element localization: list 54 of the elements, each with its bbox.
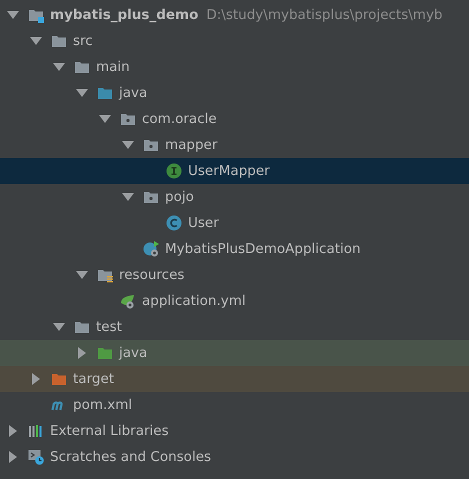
item-label: External Libraries	[50, 423, 169, 439]
tree-item[interactable]: java	[0, 340, 469, 366]
application-class-icon	[143, 241, 159, 257]
item-label: target	[73, 371, 114, 387]
tree-item[interactable]: com.oracle	[0, 106, 469, 132]
tree-item[interactable]: pom.xml	[0, 392, 469, 418]
tree-item[interactable]: Scratches and Consoles	[0, 444, 469, 470]
tree-item[interactable]: MybatisPlusDemoApplication	[0, 236, 469, 262]
folder-icon	[97, 85, 113, 101]
tree-item[interactable]: src	[0, 28, 469, 54]
tree-item[interactable]: mapper	[0, 132, 469, 158]
tree-item[interactable]: main	[0, 54, 469, 80]
tree-item[interactable]: test	[0, 314, 469, 340]
folder-icon	[97, 345, 113, 361]
item-label: java	[119, 85, 148, 101]
folder-icon	[51, 33, 67, 49]
path-label: D:\study\mybatisplus\projects\myb	[206, 7, 443, 23]
tree-item[interactable]: UserMapper	[0, 158, 469, 184]
folder-icon	[74, 319, 90, 335]
item-label: User	[188, 215, 219, 231]
item-label: test	[96, 319, 122, 335]
package-folder-icon	[143, 189, 159, 205]
item-label: MybatisPlusDemoApplication	[165, 241, 361, 257]
resources-folder-icon	[97, 267, 113, 283]
tree-item[interactable]: resources	[0, 262, 469, 288]
item-label: mapper	[165, 137, 218, 153]
item-label: src	[73, 33, 93, 49]
tree-item[interactable]: mybatis_plus_demo D:\study\mybatisplus\projects\myb	[0, 2, 469, 28]
tree-item[interactable]: External Libraries	[0, 418, 469, 444]
tree-item[interactable]: pojo	[0, 184, 469, 210]
folder-icon	[51, 371, 67, 387]
tree-item[interactable]: target	[0, 366, 469, 392]
item-label: com.oracle	[142, 111, 217, 127]
module-folder-icon	[28, 7, 44, 23]
item-label: resources	[119, 267, 184, 283]
item-label: pom.xml	[73, 397, 132, 413]
tree-item[interactable]: User	[0, 210, 469, 236]
package-folder-icon	[143, 137, 159, 153]
item-label: main	[96, 59, 130, 75]
scratches-icon	[28, 449, 44, 465]
item-label: Scratches and Consoles	[50, 449, 212, 465]
class-icon	[166, 215, 182, 231]
interface-icon	[166, 163, 182, 179]
leaf-gear-icon	[120, 293, 136, 309]
item-label: application.yml	[142, 293, 246, 309]
item-label: pojo	[165, 189, 194, 205]
folder-icon	[74, 59, 90, 75]
item-label: mybatis_plus_demo	[50, 7, 198, 23]
tree-item[interactable]: application.yml	[0, 288, 469, 314]
package-folder-icon	[120, 111, 136, 127]
item-label: UserMapper	[188, 163, 270, 179]
libraries-icon	[28, 423, 44, 439]
tree-item[interactable]: java	[0, 80, 469, 106]
item-label: java	[119, 345, 148, 361]
